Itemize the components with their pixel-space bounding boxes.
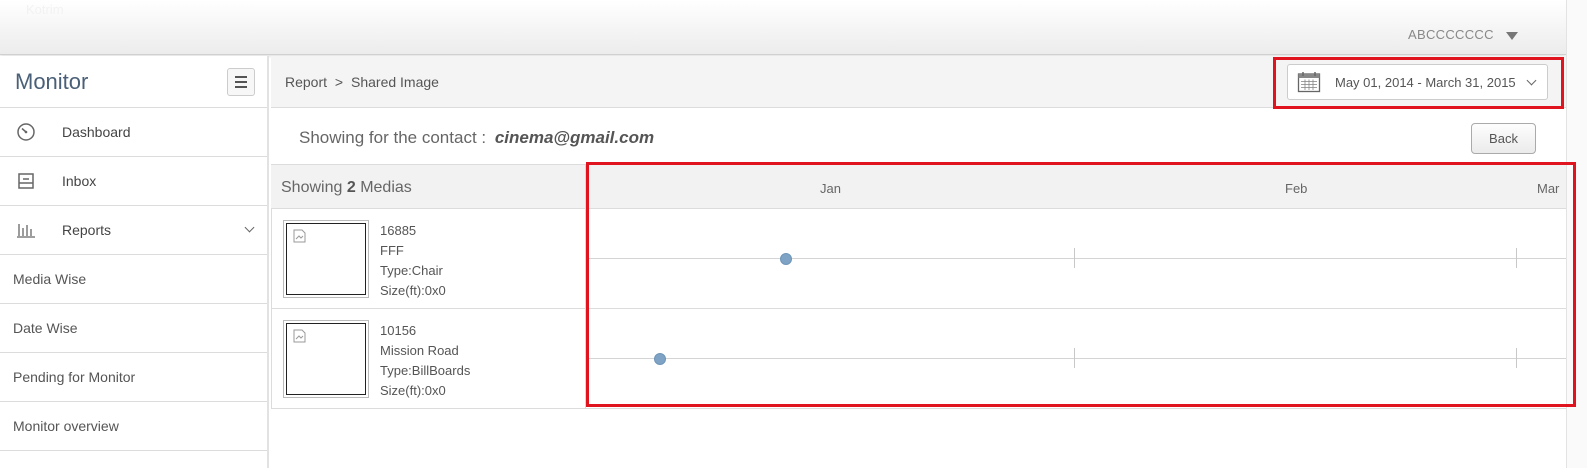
inbox-icon [16, 171, 36, 191]
chevron-down-icon [244, 222, 255, 233]
gauge-icon [16, 122, 36, 142]
media-count-value: 2 [346, 179, 356, 196]
sidebar-item-label: Reports [62, 222, 112, 238]
media-size: Size(ft):0x0 [380, 383, 446, 398]
media-type: Type:Chair [380, 263, 443, 278]
content-header: Report > Shared Image May 01, 2014 - Mar… [271, 56, 1566, 109]
date-range-value: May 01, 2014 - March 31, 2015 [1335, 74, 1516, 90]
sidebar: Monitor Dashboard Inbox Reports Media Wi… [0, 56, 269, 468]
media-size: Size(ft):0x0 [380, 283, 446, 298]
sidebar-subitem-label: Date Wise [13, 320, 78, 336]
hamburger-icon [235, 75, 247, 78]
media-type: Type:BillBoards [380, 363, 471, 378]
sidebar-subitem-label: Monitor overview [13, 418, 119, 434]
sidebar-subitem-monitor-overview[interactable]: Monitor overview [0, 402, 267, 451]
contact-label: Showing for the contact : [299, 128, 487, 147]
sidebar-item-reports[interactable]: Reports [0, 206, 267, 255]
top-bar: Kotrim ABCCCCCCC [0, 0, 1566, 55]
media-count: Showing 2 Medias [281, 179, 412, 197]
sidebar-header: Monitor [0, 56, 267, 108]
media-name: Mission Road [380, 343, 459, 358]
broken-image-icon [293, 229, 306, 243]
user-menu[interactable]: ABCCCCCCC [1408, 27, 1518, 42]
media-id: 10156 [380, 323, 417, 338]
sidebar-subitem-label: Media Wise [13, 271, 87, 287]
calendar-icon [1297, 71, 1321, 93]
contact-line: Showing for the contact : cinema@gmail.c… [299, 128, 654, 148]
media-row: 16885 FFF Type:Chair Size(ft):0x0 [271, 209, 585, 309]
media-thumbnail[interactable] [283, 320, 369, 398]
sidebar-subitem-date-wise[interactable]: Date Wise [0, 304, 267, 353]
sidebar-item-label: Dashboard [62, 124, 131, 140]
back-button[interactable]: Back [1471, 123, 1536, 154]
bar-chart-icon [16, 220, 36, 240]
menu-toggle-button[interactable] [227, 67, 255, 96]
app-logo: Kotrim [26, 2, 64, 17]
sidebar-item-dashboard[interactable]: Dashboard [0, 108, 267, 157]
media-count-prefix: Showing [281, 179, 343, 196]
breadcrumb-current: Shared Image [351, 74, 439, 90]
media-name: FFF [380, 243, 404, 258]
sidebar-subitem-media-wise[interactable]: Media Wise [0, 255, 267, 304]
timeline-highlight [586, 162, 1576, 407]
sidebar-item-label: Inbox [62, 173, 97, 189]
media-info: 16885 FFF Type:Chair Size(ft):0x0 [380, 221, 446, 301]
sidebar-subitem-label: Pending for Monitor [13, 369, 136, 385]
user-name: ABCCCCCCC [1408, 27, 1494, 42]
breadcrumb-root[interactable]: Report [285, 74, 327, 90]
contact-email: cinema@gmail.com [494, 128, 655, 147]
media-info: 10156 Mission Road Type:BillBoards Size(… [380, 321, 470, 401]
broken-image-icon [293, 329, 306, 343]
chevron-down-icon [1526, 75, 1537, 86]
media-thumbnail[interactable] [283, 220, 369, 298]
sidebar-item-inbox[interactable]: Inbox [0, 157, 267, 206]
breadcrumb-separator: > [334, 74, 344, 90]
date-range-picker[interactable]: May 01, 2014 - March 31, 2015 [1287, 64, 1548, 100]
media-id: 16885 [380, 223, 417, 238]
caret-down-icon [1505, 31, 1518, 40]
sidebar-title: Monitor [15, 68, 89, 94]
sidebar-subitem-pending-for-monitor[interactable]: Pending for Monitor [0, 353, 267, 402]
media-count-suffix: Medias [360, 179, 412, 196]
breadcrumb: Report > Shared Image [285, 74, 439, 90]
media-row: 10156 Mission Road Type:BillBoards Size(… [271, 309, 585, 409]
